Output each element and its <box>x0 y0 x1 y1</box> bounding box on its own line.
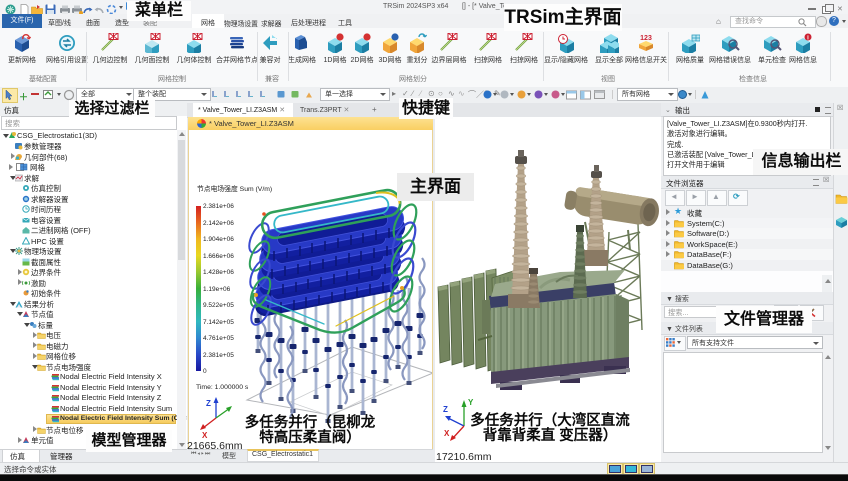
svg-text:123: 123 <box>640 35 652 42</box>
svg-text:Y: Y <box>468 398 474 407</box>
svg-text:X: X <box>444 429 450 438</box>
svg-text:Z: Z <box>443 405 448 414</box>
